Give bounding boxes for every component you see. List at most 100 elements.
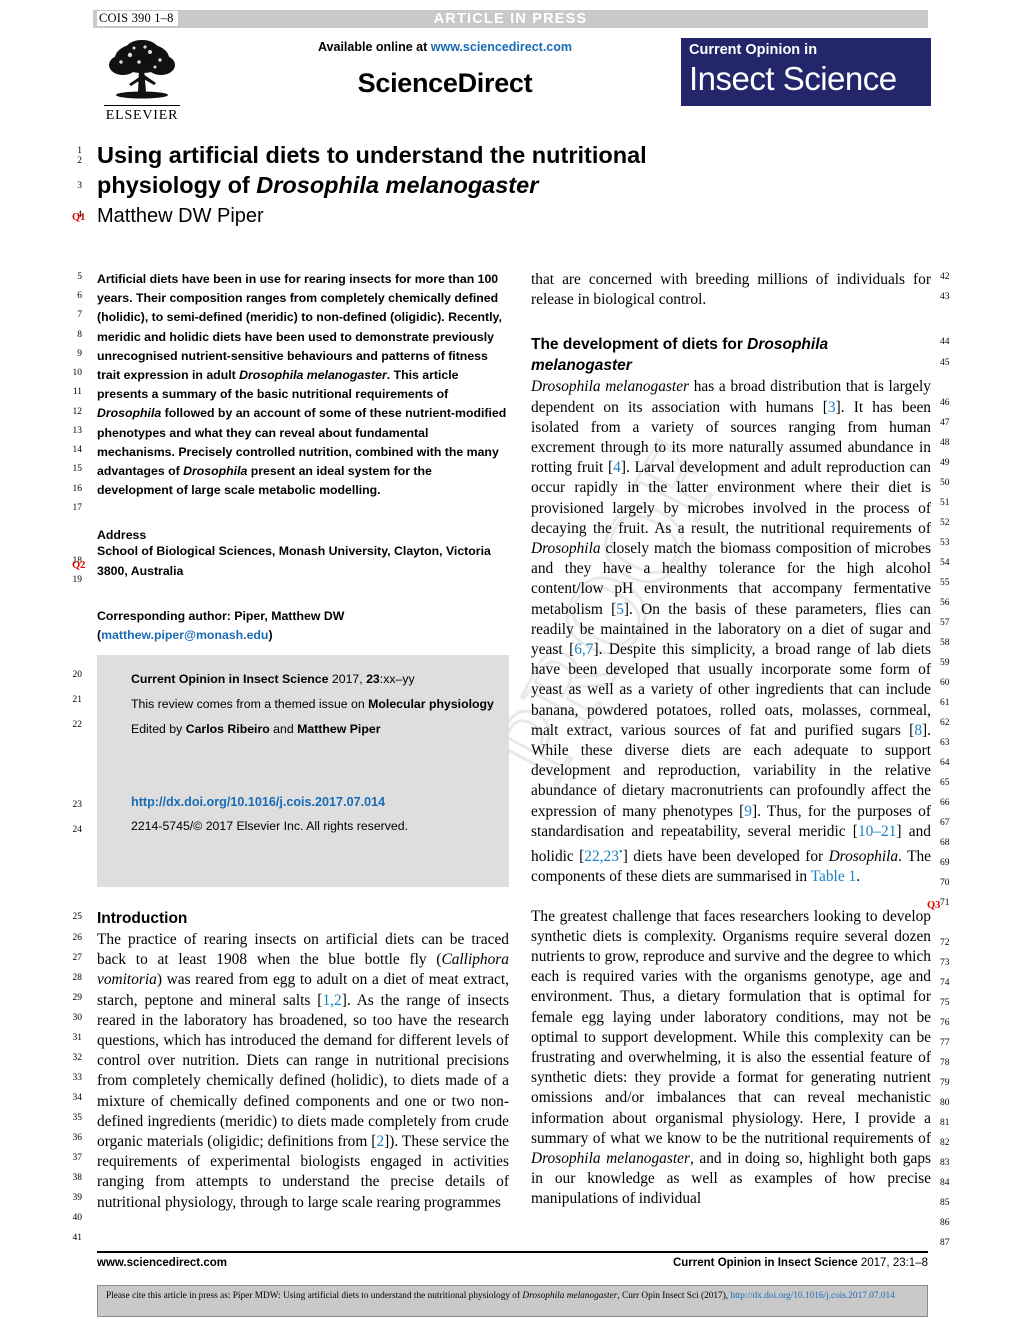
abstract-part-1: Artificial diets have been in use for re…	[97, 272, 502, 383]
table-1-link[interactable]: Table 1	[811, 868, 857, 885]
reference-link-10-21[interactable]: 10–21	[858, 823, 896, 840]
editors-line: Edited by Carlos Ribeiro and Matthew Pip…	[131, 717, 495, 742]
manuscript-code: COIS 390 1–8	[97, 11, 178, 26]
journal-citation-line: Current Opinion in Insect Science 2017, …	[131, 667, 495, 692]
line-number-52: 52	[940, 518, 950, 528]
elsevier-rule	[104, 105, 180, 106]
corresponding-author: Corresponding author: Piper, Matthew DW …	[97, 607, 509, 645]
query-tag-q2[interactable]: Q2	[72, 560, 85, 571]
reference-link-2[interactable]: 2	[376, 1133, 384, 1150]
line-number-9: 9	[77, 349, 82, 359]
line-number-13: 13	[72, 426, 83, 436]
line-number-23: 23	[72, 800, 83, 810]
intro-part-3: ]. As the range of insects reared in the…	[97, 991, 509, 1151]
line-number-84: 84	[940, 1178, 950, 1188]
line-number-87: 87	[940, 1238, 950, 1248]
corresponding-email-link[interactable]: matthew.piper@monash.edu	[101, 628, 268, 642]
line-number-71: 71	[940, 898, 950, 908]
line-number-60: 60	[940, 678, 950, 688]
page-title: Using artificial diets to understand the…	[97, 140, 797, 200]
line-number-35: 35	[72, 1113, 83, 1123]
rc-italic-drosophila-2: Drosophila	[828, 848, 899, 866]
reference-link-1-2[interactable]: 1,2	[322, 992, 341, 1009]
line-number-81: 81	[940, 1118, 950, 1128]
themed-issue-line: This review comes from a themed issue on…	[131, 692, 495, 717]
line-number-68: 68	[940, 838, 950, 848]
line-number-69: 69	[940, 858, 950, 868]
diets-paragraph-1: Drosophila melanogaster has a broad dist…	[531, 377, 931, 887]
line-number-59: 59	[940, 658, 950, 668]
line-number-49: 49	[940, 458, 950, 468]
line-number-47: 47	[940, 418, 950, 428]
journal-citation-pages: :xx–yy	[379, 672, 415, 686]
line-number-32: 32	[72, 1053, 83, 1063]
diets-development-heading: The development of diets for Drosophila …	[531, 334, 931, 376]
line-number-21: 21	[72, 695, 83, 705]
line-number-45: 45	[940, 358, 950, 368]
line-number-28: 28	[72, 973, 83, 983]
reference-link-3[interactable]: 3	[828, 399, 836, 416]
query-tag-q3[interactable]: Q3	[927, 900, 940, 911]
sciencedirect-block: Available online at www.sciencedirect.co…	[250, 40, 640, 99]
line-number-39: 39	[72, 1193, 83, 1203]
journal-citation-volume: 23	[366, 672, 380, 686]
rc2-part-1: The greatest challenge that faces resear…	[531, 907, 931, 1147]
cite-middle: , Curr Opin Insect Sci (2017),	[617, 1291, 731, 1301]
cite-doi-link[interactable]: http://dx.doi.org/10.1016/j.cois.2017.07…	[730, 1291, 894, 1301]
reference-link-9[interactable]: 9	[744, 803, 752, 820]
address-body: School of Biological Sciences, Monash Un…	[97, 544, 491, 578]
line-number-53: 53	[940, 538, 950, 548]
line-number-75: 75	[940, 998, 950, 1008]
line-number-63: 63	[940, 738, 950, 748]
line-number-14: 14	[72, 445, 83, 455]
line-number-65: 65	[940, 778, 950, 788]
line-number-24: 24	[72, 825, 83, 835]
editor-1: Carlos Ribeiro	[185, 722, 270, 736]
sciencedirect-link[interactable]: www.sciencedirect.com	[431, 40, 572, 54]
reference-link-4[interactable]: 4	[613, 459, 621, 476]
footer-website[interactable]: www.sciencedirect.com	[97, 1257, 227, 1269]
line-number-57: 57	[940, 618, 950, 628]
sciencedirect-wordmark: ScienceDirect	[357, 68, 533, 98]
doi-link[interactable]: http://dx.doi.org/10.1016/j.cois.2017.07…	[131, 790, 495, 815]
query-tag-q1[interactable]: Q1	[72, 212, 85, 223]
reference-link-22-23[interactable]: 22,23	[584, 848, 619, 865]
elsevier-logo: ELSEVIER	[98, 38, 186, 130]
available-online-prefix: Available online at	[317, 40, 431, 54]
line-number-31: 31	[72, 1033, 83, 1043]
themed-issue-prefix: This review comes from a themed issue on	[131, 697, 369, 711]
reference-link-5[interactable]: 5	[616, 601, 624, 618]
left-column: Artificial diets have been in use for re…	[97, 270, 509, 645]
line-number-8: 8	[77, 330, 82, 340]
cite-species: Drosophila melanogaster	[522, 1291, 618, 1301]
line-number-51: 51	[940, 498, 950, 508]
line-number-7: 7	[77, 310, 82, 320]
rc2-italic-species: Drosophila melanogaster	[531, 1150, 690, 1168]
introduction-heading: Introduction	[97, 910, 188, 927]
line-number-86: 86	[940, 1218, 950, 1228]
line-number-34: 34	[72, 1093, 83, 1103]
reference-link-8[interactable]: 8	[914, 722, 922, 739]
reference-link-6-7[interactable]: 6,7	[574, 641, 593, 658]
editor-2: Matthew Piper	[297, 722, 381, 736]
line-number-62: 62	[940, 718, 950, 728]
title-line-2-plain: physiology of	[97, 172, 257, 198]
article-in-press-label: ARTICLE IN PRESS	[433, 11, 588, 27]
line-number-79: 79	[940, 1078, 950, 1088]
journal-logo-line1: Current Opinion in	[689, 42, 818, 58]
line-number-29: 29	[72, 993, 83, 1003]
themed-issue-topic: Molecular physiology	[368, 697, 494, 711]
elsevier-wordmark: ELSEVIER	[105, 108, 179, 123]
line-number-55: 55	[940, 578, 950, 588]
corresponding-suffix: )	[268, 628, 273, 643]
line-number-85: 85	[940, 1198, 950, 1208]
line-number-42: 42	[940, 272, 950, 282]
journal-citation-name: Current Opinion in Insect Science	[131, 672, 329, 686]
line-number-1: 1	[77, 146, 82, 156]
introduction-paragraph: The practice of rearing insects on artif…	[97, 930, 509, 1213]
line-number-41: 41	[72, 1233, 83, 1243]
line-number-10: 10	[72, 368, 83, 378]
edited-by-prefix: Edited by	[131, 722, 186, 736]
rc-italic-drosophila-1: Drosophila	[531, 540, 601, 558]
rc-part-12: .	[856, 868, 861, 886]
